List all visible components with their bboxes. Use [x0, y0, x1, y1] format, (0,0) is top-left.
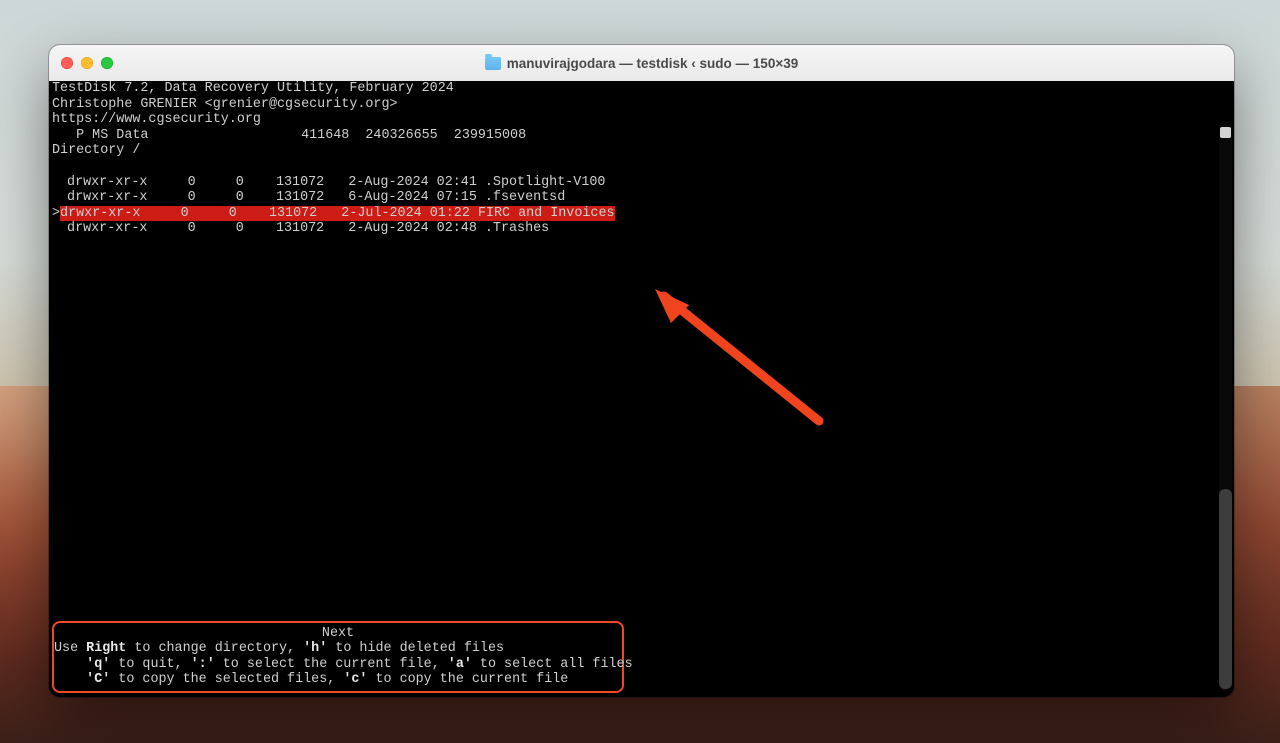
- file-listing[interactable]: drwxr-xr-x 0 0 131072 2-Aug-2024 02:41 .…: [52, 175, 1216, 237]
- scrollbar-thumb[interactable]: [1219, 489, 1232, 689]
- directory-line: Directory /: [52, 143, 1216, 159]
- terminal-window: manuvirajgodara — testdisk ‹ sudo — 150×…: [49, 45, 1234, 697]
- list-item[interactable]: drwxr-xr-x 0 0 131072 2-Aug-2024 02:48 .…: [52, 221, 1216, 237]
- help-footer: Next Use Right to change directory, 'h' …: [52, 621, 624, 693]
- window-title: manuvirajgodara — testdisk ‹ sudo — 150×…: [507, 56, 798, 71]
- list-item[interactable]: drwxr-xr-x 0 0 131072 6-Aug-2024 07:15 .…: [52, 190, 1216, 206]
- window-traffic-lights: [61, 57, 113, 69]
- footer-line3: 'C' to copy the selected files, 'c' to c…: [54, 672, 622, 688]
- folder-icon: [485, 57, 501, 70]
- testdisk-header-line1: TestDisk 7.2, Data Recovery Utility, Feb…: [52, 81, 1216, 97]
- terminal-content: TestDisk 7.2, Data Recovery Utility, Feb…: [52, 81, 1216, 697]
- partition-line: P MS Data 411648 240326655 239915008: [52, 128, 1216, 144]
- testdisk-header-line2: Christophe GRENIER <grenier@cgsecurity.o…: [52, 97, 1216, 113]
- list-item[interactable]: >drwxr-xr-x 0 0 131072 2-Jul-2024 01:22 …: [52, 206, 1216, 222]
- maximize-icon[interactable]: [101, 57, 113, 69]
- terminal-body[interactable]: TestDisk 7.2, Data Recovery Utility, Feb…: [49, 81, 1234, 697]
- footer-line1: Use Right to change directory, 'h' to hi…: [54, 641, 622, 657]
- window-title-wrap: manuvirajgodara — testdisk ‹ sudo — 150×…: [485, 56, 798, 71]
- close-icon[interactable]: [61, 57, 73, 69]
- window-titlebar[interactable]: manuvirajgodara — testdisk ‹ sudo — 150×…: [49, 45, 1234, 82]
- list-item[interactable]: drwxr-xr-x 0 0 131072 2-Aug-2024 02:41 .…: [52, 175, 1216, 191]
- footer-line2: 'q' to quit, ':' to select the current f…: [54, 657, 622, 673]
- footer-next: Next: [54, 626, 622, 642]
- testdisk-header-line3: https://www.cgsecurity.org: [52, 112, 1216, 128]
- minimize-icon[interactable]: [81, 57, 93, 69]
